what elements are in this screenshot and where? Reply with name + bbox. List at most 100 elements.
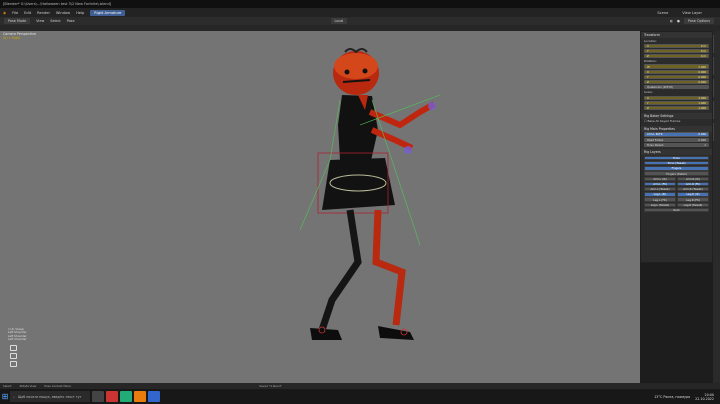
viewport-header: Pose Mode View Select Pose Local ◐ ● Pos… xyxy=(0,17,720,25)
rig-layer-button[interactable]: Leg.R (Tweak) xyxy=(677,202,709,207)
arm-right xyxy=(368,101,436,129)
menu-render[interactable]: Render xyxy=(37,11,50,15)
blender-window: [Blender* G:\Users\...\Halloween test 3\… xyxy=(0,0,720,404)
menu-select[interactable]: Select xyxy=(50,19,60,23)
rotation-z-field[interactable]: Z 0.000 xyxy=(644,80,709,85)
rig-layer-button[interactable]: Arm.R (IK) xyxy=(677,176,709,182)
menu-edit[interactable]: Edit xyxy=(24,11,31,15)
rotation-y-field[interactable]: Y 0.000 xyxy=(644,74,709,79)
rig-layer-button[interactable]: Leg.R (FK) xyxy=(677,197,709,202)
rig-main-field[interactable]: Torso Parent 1 xyxy=(644,142,709,147)
rig-layer-button[interactable]: Leg.L (IK) xyxy=(644,192,676,197)
menu-window[interactable]: Window xyxy=(56,11,70,15)
sidebar-tab[interactable] xyxy=(713,35,720,53)
location-z-field[interactable]: Z0 m xyxy=(644,54,709,59)
rig-layer-button[interactable]: Arm.R (Tweak) xyxy=(677,187,709,192)
rig-layer-row: Arm.L (IK) Arm.R (IK) xyxy=(641,176,712,182)
rig-layer-button[interactable]: Root xyxy=(644,207,709,213)
sidebar-tab[interactable] xyxy=(713,101,720,119)
rotation-x-field[interactable]: X 0.000 xyxy=(644,69,709,74)
operator-log: (>4) Sheep Left Shoulder Left Shoulder L… xyxy=(8,327,27,341)
scene-selector[interactable]: Scene xyxy=(657,11,668,15)
navigation-gizmo[interactable] xyxy=(10,345,17,375)
mode-dropdown[interactable]: Pose Mode xyxy=(4,18,31,24)
character-rig-figure[interactable] xyxy=(0,31,640,383)
view-layer-selector[interactable]: View Layer xyxy=(682,11,702,15)
pan-icon[interactable] xyxy=(10,353,17,359)
location-y-field[interactable]: Y0 m xyxy=(644,48,709,54)
zoom-icon[interactable] xyxy=(10,345,17,351)
rig-layer-button[interactable]: Leg.L (FK) xyxy=(644,197,676,202)
blender-logo-icon[interactable]: ◉ xyxy=(3,11,6,15)
sidebar-tabs xyxy=(713,31,720,383)
sidebar-tab[interactable] xyxy=(713,57,720,75)
pose-options-dropdown[interactable]: Pose Options xyxy=(683,18,714,24)
workspace-tab-active[interactable]: Rigid Armature xyxy=(90,9,126,16)
system-tray: 13°C Рясна, похмуро 20:00 22.10.2022 xyxy=(654,393,720,401)
rig-main-field[interactable]: Arm.L IK/FK 0.000 xyxy=(644,132,709,137)
rig-layer-button[interactable]: Torso xyxy=(644,155,709,161)
rig-layer-row: Torso (Tweak) xyxy=(641,161,712,166)
rig-layers-grid: Torso Torso (Tweak) Fingers Fingers (Detail… xyxy=(641,155,712,213)
log-line: Left Shoulder xyxy=(8,336,27,341)
blender-taskbar-icon[interactable] xyxy=(134,391,146,402)
clock[interactable]: 20:00 22.10.2022 xyxy=(695,393,714,401)
rig-layer-button[interactable]: Torso (Tweak) xyxy=(644,161,709,166)
rig-layer-row: Root xyxy=(641,207,712,213)
rig-layer-button[interactable]: Fingers xyxy=(644,166,709,171)
rig-layer-button[interactable]: Arm.L (FK) xyxy=(644,181,676,187)
date-text: 22.10.2022 xyxy=(695,396,714,401)
status-hint: Rotate View xyxy=(19,384,37,388)
scale-y-field[interactable]: Y 1.000 xyxy=(644,100,709,105)
transform-orientation-dropdown[interactable]: Local xyxy=(330,18,348,24)
rig-layer-button[interactable]: Arm.R (FK) xyxy=(677,181,709,187)
search-icon: ⌕ xyxy=(13,394,15,399)
app-icon[interactable] xyxy=(120,391,132,402)
weather-text[interactable]: 13°C Рясна, похмуро xyxy=(654,395,690,399)
menu-file[interactable]: File xyxy=(12,11,18,15)
menu-help[interactable]: Help xyxy=(76,11,84,15)
sidebar-n-panel: Transform Location: X0 m Y0 m Z0 m Rotat… xyxy=(640,31,713,263)
rig-layer-row: Fingers xyxy=(641,166,712,171)
title-bar: [Blender* G:\Users\...\Halloween test 3\… xyxy=(0,0,720,8)
status-message: Saved "4.blend" xyxy=(259,384,282,388)
status-hint: Pose Context Menu xyxy=(44,384,72,388)
sidebar-tab[interactable] xyxy=(713,79,720,97)
rig-layer-button[interactable]: Arm.L (Tweak) xyxy=(644,187,676,192)
arm-left xyxy=(370,127,414,151)
rig-layer-button[interactable]: Fingers (Detail) xyxy=(644,171,709,176)
leg-right xyxy=(372,209,406,326)
rig-layer-row: Fingers (Detail) xyxy=(641,171,712,176)
app-icon[interactable] xyxy=(148,391,160,402)
shoe-right xyxy=(378,326,414,340)
status-hint: Select xyxy=(3,384,12,388)
overlay-icon[interactable]: ◐ xyxy=(670,19,673,23)
menu-view[interactable]: View xyxy=(36,19,44,23)
shading-icon[interactable]: ● xyxy=(677,19,680,23)
windows-taskbar: ⊞ ⌕ Щоб почати пошук, введіть текст тут … xyxy=(0,389,720,404)
rig-main-field[interactable]: Head Follow 0.000 xyxy=(644,137,709,142)
rotation-w-field[interactable]: W 1.000 xyxy=(644,64,709,69)
camera-icon[interactable] xyxy=(10,361,17,367)
rig-layer-row: Leg.L (FK) Leg.R (FK) xyxy=(641,197,712,202)
menu-pose[interactable]: Pose xyxy=(67,19,75,23)
windows-start-icon[interactable]: ⊞ xyxy=(0,389,10,404)
task-view-icon[interactable] xyxy=(92,391,104,402)
location-x-field[interactable]: X0 m xyxy=(644,43,709,48)
search-placeholder: Щоб почати пошук, введіть текст тут xyxy=(17,394,82,399)
window-title: [Blender* G:\Users\...\Halloween test 3\… xyxy=(3,2,112,6)
bake-option-label: Bake All Keyed Frames xyxy=(647,119,681,124)
top-menu-bar: ◉ File Edit Render Window Help Rigid Arm… xyxy=(0,8,720,17)
rotation-mode-dropdown[interactable]: Quaternion (WXYZ) xyxy=(644,85,709,90)
taskbar-search[interactable]: ⌕ Щоб почати пошук, введіть текст тут xyxy=(10,391,90,402)
rig-layer-row: Torso xyxy=(641,155,712,161)
rig-layer-row: Leg.L (Tweak) Leg.R (Tweak) xyxy=(641,202,712,207)
3d-viewport[interactable]: Camera Perspective (0) 1 Rigid (>4) Shee… xyxy=(0,31,640,383)
rig-layer-button[interactable]: Leg.L (Tweak) xyxy=(644,202,676,207)
sidebar-tab[interactable] xyxy=(713,123,720,141)
app-icon[interactable] xyxy=(106,391,118,402)
scale-x-field[interactable]: X 1.000 xyxy=(644,95,709,100)
rig-layer-button[interactable]: Leg.R (IK) xyxy=(677,192,709,197)
rig-layer-button[interactable]: Arm.L (IK) xyxy=(644,176,676,182)
scale-z-field[interactable]: Z 1.000 xyxy=(644,105,709,111)
